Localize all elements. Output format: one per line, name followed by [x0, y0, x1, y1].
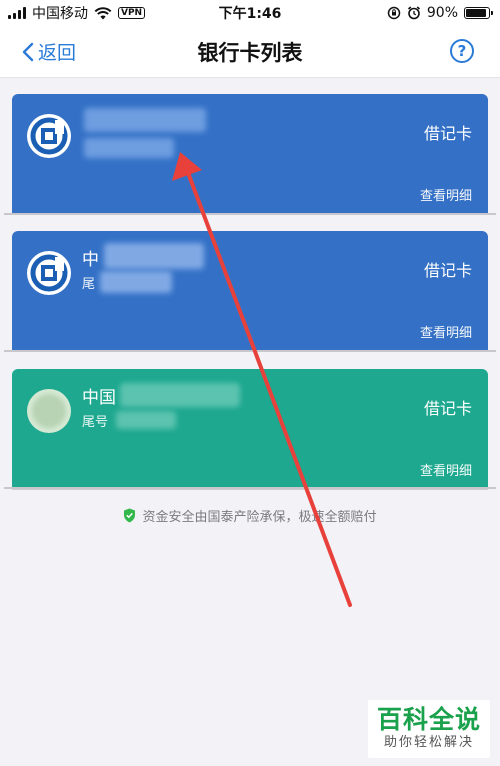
orientation-lock-icon — [387, 6, 401, 20]
nav-bar: 返回 银行卡列表 ? — [0, 26, 500, 78]
bank-card-3[interactable]: 中国 尾号 借记卡 查看明细 — [12, 369, 488, 489]
card-divider — [4, 487, 496, 489]
help-button[interactable]: ? — [450, 39, 474, 63]
carrier-label: 中国移动 — [32, 6, 88, 22]
status-left: 中国移动 VPN — [8, 3, 146, 23]
shield-check-icon — [124, 508, 136, 523]
masked-card-tail — [116, 411, 176, 429]
card-divider — [4, 213, 496, 215]
back-button[interactable]: 返回 — [22, 38, 76, 65]
masked-bank-name — [120, 383, 240, 407]
bank-logo-icon — [27, 389, 71, 433]
card-bank-name: 中国 — [82, 388, 116, 408]
bank-card-2[interactable]: 中 尾 借记卡 查看明细 — [12, 231, 488, 351]
masked-card-tail — [100, 271, 172, 293]
page-title: 银行卡列表 — [197, 40, 303, 65]
masked-card-tail — [84, 138, 174, 158]
vpn-badge: VPN — [118, 7, 146, 19]
signal-icon — [8, 7, 26, 19]
status-right: 90% — [387, 5, 493, 21]
view-details-link[interactable]: 查看明细 — [420, 322, 472, 341]
masked-bank-name — [84, 108, 206, 132]
ccb-logo-icon — [27, 114, 71, 158]
view-details-link[interactable]: 查看明细 — [420, 185, 472, 204]
card-divider — [4, 350, 496, 352]
card-bank-name: 中 — [82, 250, 99, 270]
battery-percent: 90% — [426, 5, 458, 21]
card-type: 借记卡 — [423, 124, 472, 143]
card-type: 借记卡 — [423, 399, 472, 418]
card-tail-number: 尾 — [82, 277, 96, 292]
ccb-logo-icon — [27, 251, 71, 295]
wifi-icon — [94, 6, 112, 19]
back-label: 返回 — [38, 42, 77, 64]
help-icon: ? — [457, 42, 467, 60]
battery-icon — [464, 7, 493, 19]
card-type: 借记卡 — [423, 261, 472, 280]
view-details-link[interactable]: 查看明细 — [420, 460, 472, 479]
security-notice: 资金安全由国泰产险承保，极速全额赔付 — [0, 506, 500, 525]
security-notice-text: 资金安全由国泰产险承保，极速全额赔付 — [142, 510, 377, 525]
masked-bank-name — [104, 243, 204, 269]
watermark-title: 百科全说 — [376, 705, 481, 734]
status-bar: 中国移动 VPN 下午1:46 90% — [0, 0, 500, 26]
watermark: 百科全说 助你轻松解决 — [368, 700, 490, 758]
card-tail-number: 尾号 — [82, 415, 109, 430]
bank-card-1[interactable]: 借记卡 查看明细 — [12, 94, 488, 214]
watermark-subtitle: 助你轻松解决 — [383, 735, 474, 750]
chevron-left-icon — [22, 42, 34, 61]
alarm-icon — [407, 6, 420, 20]
